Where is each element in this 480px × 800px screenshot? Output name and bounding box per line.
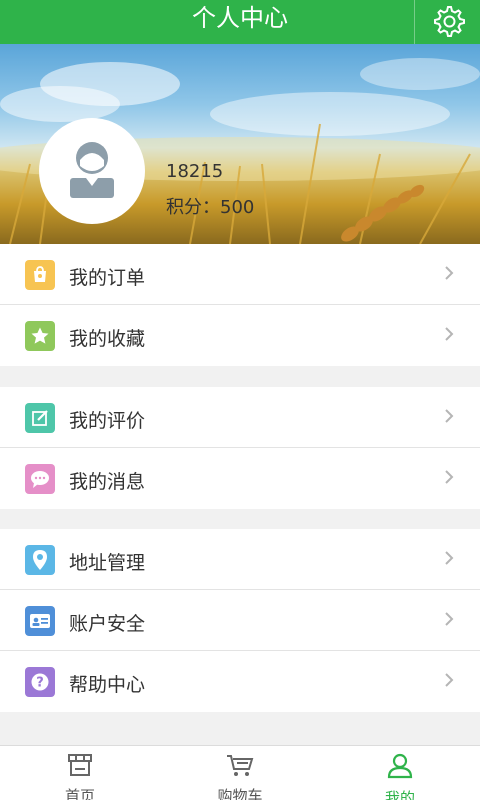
menu-item-help[interactable]: ? 帮助中心 bbox=[0, 651, 480, 712]
menu-group-orders: 我的订单 我的收藏 bbox=[0, 244, 480, 366]
menu-item-address[interactable]: 地址管理 bbox=[0, 529, 480, 590]
menu-item-label: 我的评价 bbox=[69, 410, 146, 432]
chevron-right-icon bbox=[444, 265, 454, 285]
chevron-right-icon bbox=[444, 469, 454, 489]
star-icon bbox=[25, 321, 55, 351]
user-avatar-icon bbox=[66, 140, 118, 202]
avatar[interactable] bbox=[39, 118, 145, 224]
chevron-right-icon bbox=[444, 550, 454, 570]
menu-item-orders[interactable]: 我的订单 bbox=[0, 244, 480, 305]
tab-label: 我的 bbox=[384, 789, 415, 800]
menu-item-label: 我的消息 bbox=[69, 471, 146, 493]
tab-label: 购物车 bbox=[217, 787, 263, 800]
settings-button[interactable] bbox=[414, 0, 480, 44]
menu-item-label: 地址管理 bbox=[69, 552, 146, 574]
menu-item-label: 账户安全 bbox=[69, 613, 146, 635]
menu-item-label: 我的收藏 bbox=[69, 328, 146, 350]
tab-home[interactable]: 首页 bbox=[0, 746, 160, 800]
bottom-tab-bar: 首页 购物车 我的 bbox=[0, 745, 480, 800]
menu-group-account: 地址管理 账户安全 ? 帮助中心 bbox=[0, 529, 480, 712]
tab-cart[interactable]: 购物车 bbox=[160, 746, 320, 800]
header-bar: 个人中心 bbox=[0, 0, 480, 44]
tab-mine[interactable]: 我的 bbox=[320, 746, 480, 800]
chevron-right-icon bbox=[444, 672, 454, 692]
help-icon: ? bbox=[25, 667, 55, 697]
menu-item-reviews[interactable]: 我的评价 bbox=[0, 387, 480, 448]
message-icon bbox=[25, 464, 55, 494]
user-points: 积分：500 bbox=[166, 197, 255, 218]
order-bag-icon bbox=[25, 260, 55, 290]
tab-label: 首页 bbox=[64, 787, 95, 800]
profile-banner: 18215 积分：500 bbox=[0, 44, 480, 244]
person-icon bbox=[387, 753, 413, 783]
chevron-right-icon bbox=[444, 611, 454, 631]
menu-item-account-security[interactable]: 账户安全 bbox=[0, 590, 480, 651]
menu-item-messages[interactable]: 我的消息 bbox=[0, 448, 480, 509]
svg-text:?: ? bbox=[36, 676, 44, 691]
id-card-icon bbox=[25, 606, 55, 636]
location-pin-icon bbox=[25, 545, 55, 575]
store-icon bbox=[67, 753, 93, 781]
cart-icon bbox=[226, 753, 254, 781]
menu-group-reviews: 我的评价 我的消息 bbox=[0, 387, 480, 509]
edit-icon bbox=[25, 403, 55, 433]
menu-item-favorites[interactable]: 我的收藏 bbox=[0, 305, 480, 366]
menu-item-label: 我的订单 bbox=[69, 267, 146, 289]
chevron-right-icon bbox=[444, 408, 454, 428]
gear-icon bbox=[431, 4, 465, 42]
page-title: 个人中心 bbox=[192, 4, 288, 32]
user-phone: 18215 bbox=[166, 161, 224, 182]
chevron-right-icon bbox=[444, 326, 454, 346]
menu-item-label: 帮助中心 bbox=[69, 674, 146, 696]
